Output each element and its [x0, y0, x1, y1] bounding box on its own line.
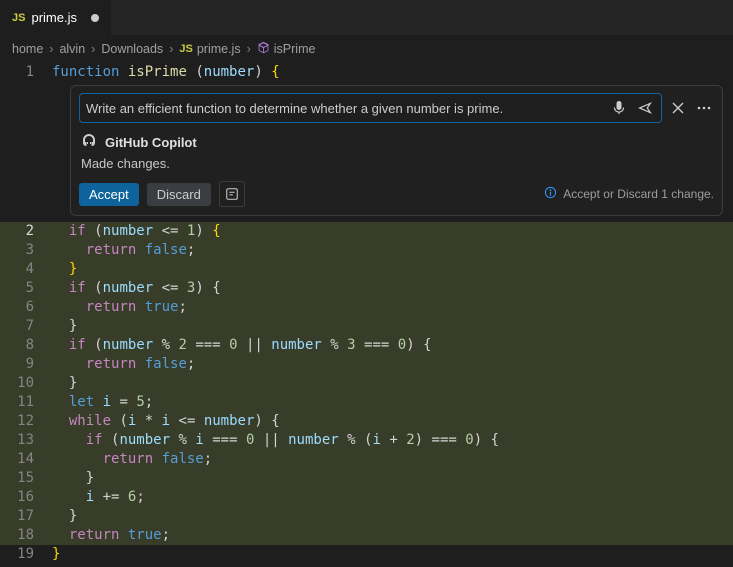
line-number: 15 — [0, 469, 52, 488]
copilot-prompt-input[interactable] — [86, 101, 603, 116]
line-number: 7 — [0, 317, 52, 336]
breadcrumb-segment[interactable]: Downloads — [101, 42, 163, 56]
breadcrumb-segment[interactable]: alvin — [59, 42, 85, 56]
code-line: return true; — [52, 526, 733, 545]
breadcrumb-symbol-name: isPrime — [274, 42, 316, 56]
code-line: } — [52, 507, 733, 526]
code-line: } — [52, 374, 733, 393]
javascript-file-icon: JS — [179, 43, 192, 55]
dirty-indicator-icon — [91, 14, 99, 22]
tab-bar: JS prime.js — [0, 0, 733, 35]
code-line: } — [52, 545, 733, 564]
line-number: 2 — [0, 222, 52, 241]
code-line: return false; — [52, 450, 733, 469]
microphone-icon[interactable] — [609, 98, 629, 118]
line-number: 1 — [0, 63, 52, 82]
line-number: 16 — [0, 488, 52, 507]
tab-filename: prime.js — [31, 10, 77, 25]
copilot-prompt-box — [79, 93, 662, 123]
cube-icon — [257, 41, 270, 57]
javascript-file-icon: JS — [12, 12, 25, 24]
line-number: 5 — [0, 279, 52, 298]
line-number: 3 — [0, 241, 52, 260]
code-line: while (i * i <= number) { — [52, 412, 733, 431]
chevron-right-icon: › — [49, 42, 53, 56]
copilot-icon — [81, 133, 97, 152]
code-line: return false; — [52, 355, 733, 374]
breadcrumb: home › alvin › Downloads › JS prime.js ›… — [0, 35, 733, 63]
close-icon[interactable] — [668, 98, 688, 118]
tab-prime-js[interactable]: JS prime.js — [0, 0, 112, 35]
line-number: 8 — [0, 336, 52, 355]
more-icon[interactable] — [694, 98, 714, 118]
editor[interactable]: 1 function isPrime (number) { — [0, 63, 733, 564]
chevron-right-icon: › — [247, 42, 251, 56]
code-line: } — [52, 317, 733, 336]
breadcrumb-file-name: prime.js — [197, 42, 241, 56]
code-line: if (number % 2 === 0 || number % 3 === 0… — [52, 336, 733, 355]
chevron-right-icon: › — [169, 42, 173, 56]
copilot-hint-text: Accept or Discard 1 change. — [563, 187, 714, 201]
code-line: if (number <= 1) { — [52, 222, 733, 241]
code-line: } — [52, 469, 733, 488]
code-line: function isPrime (number) { — [52, 63, 733, 82]
accept-button[interactable]: Accept — [79, 183, 139, 206]
code-line: return true; — [52, 298, 733, 317]
line-number: 18 — [0, 526, 52, 545]
line-number: 6 — [0, 298, 52, 317]
line-number: 9 — [0, 355, 52, 374]
copilot-inline-panel: GitHub Copilot Made changes. Accept Disc… — [70, 85, 723, 216]
breadcrumb-symbol[interactable]: isPrime — [257, 41, 316, 57]
line-number: 17 — [0, 507, 52, 526]
discard-button[interactable]: Discard — [147, 183, 211, 206]
info-icon — [544, 186, 557, 202]
breadcrumb-file[interactable]: JS prime.js — [179, 42, 240, 56]
chevron-right-icon: › — [91, 42, 95, 56]
send-icon[interactable] — [635, 98, 655, 118]
line-number: 11 — [0, 393, 52, 412]
code-line: if (number <= 3) { — [52, 279, 733, 298]
code-line: i += 6; — [52, 488, 733, 507]
line-number: 4 — [0, 260, 52, 279]
line-number: 14 — [0, 450, 52, 469]
code-line: if (number % i === 0 || number % (i + 2)… — [52, 431, 733, 450]
breadcrumb-segment[interactable]: home — [12, 42, 43, 56]
view-diff-button[interactable] — [219, 181, 245, 207]
code-line: return false; — [52, 241, 733, 260]
copilot-hint: Accept or Discard 1 change. — [544, 186, 714, 202]
line-number: 10 — [0, 374, 52, 393]
line-number: 19 — [0, 545, 52, 564]
code-line: let i = 5; — [52, 393, 733, 412]
code-line: } — [52, 260, 733, 279]
copilot-status-text: Made changes. — [81, 156, 712, 171]
line-number: 12 — [0, 412, 52, 431]
copilot-title: GitHub Copilot — [105, 135, 197, 150]
line-number: 13 — [0, 431, 52, 450]
